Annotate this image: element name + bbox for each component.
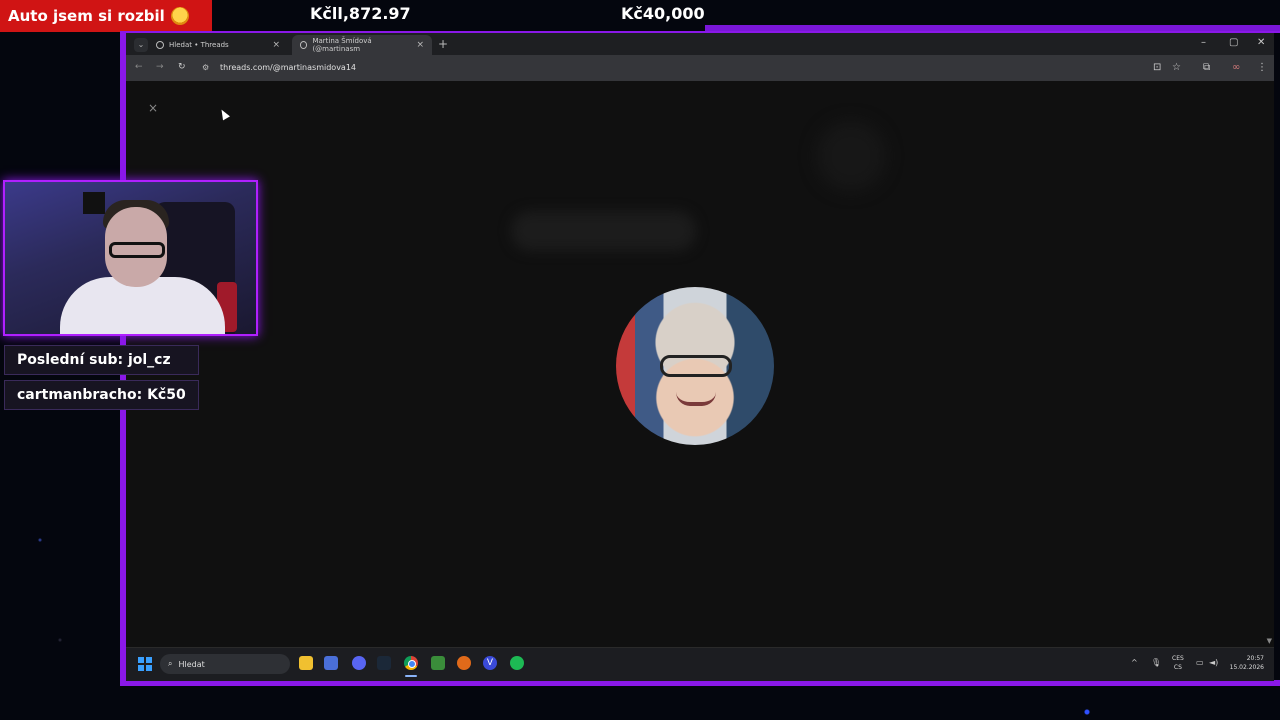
emoji-icon (170, 7, 189, 25)
search-icon: ⌕ (168, 659, 173, 668)
avatar-glasses (660, 355, 732, 377)
site-info-icon[interactable]: ⚙ (202, 63, 212, 73)
webcam-feed (3, 180, 258, 336)
mouse-cursor (218, 107, 230, 121)
scroll-down-icon[interactable]: ▼ (1267, 637, 1272, 645)
app-icon[interactable] (457, 656, 471, 670)
wall-poster (83, 192, 105, 214)
clock-time: 20:57 (1246, 655, 1264, 662)
blurred-background (816, 121, 886, 191)
start-button[interactable] (138, 657, 152, 671)
extensions-icon[interactable]: ⧉ (1203, 62, 1210, 73)
tab-search-icon[interactable]: ⌄ (134, 38, 148, 52)
browser-window: ⌄ Hledat • Threads × Martina Šmídová (@m… (126, 33, 1274, 681)
threads-favicon-icon (300, 41, 308, 49)
goal-amount-target: Kč40,000 (621, 4, 705, 23)
alert-text: Auto jsem si rozbil (8, 7, 165, 25)
v-app-icon[interactable]: V (483, 656, 497, 670)
microphone-icon[interactable]: 🎙 (1151, 658, 1161, 667)
file-explorer-icon[interactable] (299, 656, 313, 670)
bookmark-star-icon[interactable]: ☆ (1172, 62, 1181, 73)
goal-amount-current: Kčll,872.97 (310, 4, 411, 23)
avatar-smile (676, 392, 716, 406)
language-code: CES (1172, 655, 1184, 662)
browser-toolbar: ← → ↻ ⚙ threads.com/@martinasmidova14 ⊡ … (126, 55, 1274, 81)
language-indicator[interactable]: CES CS (1172, 654, 1184, 672)
address-bar[interactable]: threads.com/@martinasmidova14 (220, 63, 356, 72)
chrome-icon[interactable] (404, 656, 418, 670)
browser-menu-icon[interactable]: ⋮ (1257, 62, 1267, 73)
notes-app-icon[interactable] (324, 656, 338, 670)
close-window-button[interactable]: ✕ (1257, 37, 1265, 48)
steam-icon[interactable] (377, 656, 391, 670)
windows-taskbar: ⌕ Hledat V ^ 🎙 CES CS ▭ ◄) 20:57 15.02.2… (126, 647, 1274, 681)
reload-button[interactable]: ↻ (178, 62, 186, 72)
new-tab-button[interactable]: + (438, 37, 448, 51)
tab-close-icon[interactable]: × (416, 40, 424, 50)
taskbar-search[interactable]: ⌕ Hledat (160, 654, 290, 674)
tab-title: Hledat • Threads (169, 41, 229, 49)
tab-close-icon[interactable]: × (272, 40, 280, 50)
spotify-icon[interactable] (510, 656, 524, 670)
tab-title: Martina Šmídová (@martinasm (312, 37, 372, 53)
alert-banner: Auto jsem si rozbil (0, 0, 212, 32)
creator-app-icon[interactable] (431, 656, 445, 670)
tab-strip: ⌄ Hledat • Threads × Martina Šmídová (@m… (126, 33, 1274, 55)
clock-date: 15.02.2026 (1229, 664, 1264, 671)
search-placeholder: Hledat (178, 659, 205, 669)
forward-button[interactable]: → (156, 62, 164, 72)
blurred-background (511, 211, 696, 251)
last-sub-label: Poslední sub: jol_cz (4, 345, 199, 375)
profile-avatar-enlarged (616, 287, 774, 445)
profile-icon[interactable]: ∞ (1232, 62, 1240, 73)
keyboard-layout: CS (1173, 664, 1182, 671)
tab-threads-search[interactable]: Hledat • Threads × (148, 35, 288, 55)
page-viewport: × ▼ (126, 81, 1274, 647)
tab-profile[interactable]: Martina Šmídová (@martinasm × (292, 35, 432, 55)
minimize-button[interactable]: – (1201, 37, 1206, 48)
discord-icon[interactable] (352, 656, 366, 670)
last-donation-label: cartmanbracho: Kč50 (4, 380, 199, 410)
back-button[interactable]: ← (135, 62, 143, 72)
network-icon[interactable]: ▭ (1196, 658, 1204, 667)
close-icon[interactable]: × (148, 101, 158, 115)
volume-icon[interactable]: ◄) (1209, 658, 1218, 667)
threads-favicon-icon (156, 41, 164, 49)
maximize-button[interactable]: ▢ (1229, 37, 1238, 48)
streamer-glasses (109, 242, 165, 258)
install-app-icon[interactable]: ⊡ (1153, 62, 1161, 73)
system-clock[interactable]: 20:57 15.02.2026 (1224, 654, 1264, 672)
tray-overflow-icon[interactable]: ^ (1131, 658, 1138, 667)
active-app-indicator (405, 675, 417, 677)
